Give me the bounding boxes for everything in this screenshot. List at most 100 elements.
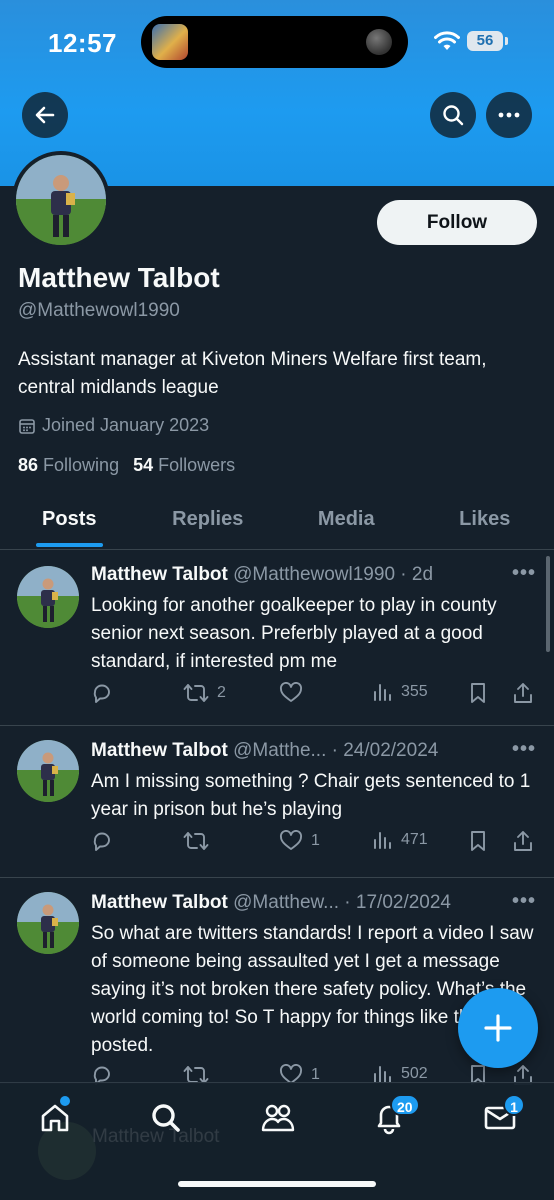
reply-button[interactable] (91, 830, 113, 852)
communities-icon (261, 1104, 295, 1132)
followers-link[interactable]: 54 Followers (133, 455, 235, 476)
post-meta: @Matthew... · 17/02/2024 (233, 892, 452, 913)
profile-bio: Assistant manager at Kiveton Miners Welf… (18, 349, 487, 398)
repost-button[interactable]: 2 (183, 682, 226, 704)
search-icon (152, 1104, 180, 1132)
post[interactable]: Matthew Talbot @Matthe... · 24/02/2024 ••… (0, 726, 554, 878)
share-icon (514, 831, 532, 851)
views-button[interactable]: 355 (373, 682, 428, 702)
views-count: 502 (401, 1065, 428, 1082)
heart-icon (280, 830, 302, 850)
reply-icon (93, 684, 110, 703)
back-button[interactable] (22, 92, 68, 138)
following-label: Following (43, 455, 120, 475)
tab-label: Likes (459, 508, 511, 530)
tab-label: Media (317, 508, 375, 530)
views-button[interactable]: 502 (373, 1064, 428, 1084)
followers-label: Followers (158, 455, 236, 475)
followers-count: 54 (133, 455, 154, 475)
tab-label: Replies (172, 508, 244, 530)
home-unread-dot (60, 1096, 70, 1106)
profile-avatar[interactable] (12, 151, 110, 249)
like-button[interactable] (279, 682, 311, 704)
post-author-name[interactable]: Matthew Talbot (91, 564, 228, 585)
post-actions: 1 471 (91, 830, 541, 860)
profile-display-name: Matthew Talbot (18, 262, 220, 293)
post-meta: @Matthe... · 24/02/2024 (233, 740, 439, 761)
post-actions: 2 355 (91, 682, 541, 712)
more-horizontal-icon (498, 112, 520, 118)
nav-communities[interactable] (258, 1100, 298, 1136)
post-meta: @Matthewowl1990 · 2d (233, 564, 434, 585)
battery-indicator: 56 (467, 31, 503, 51)
views-count: 355 (401, 683, 428, 700)
post-author-name[interactable]: Matthew Talbot (91, 892, 228, 913)
follow-stats: 86 Following 54 Followers (18, 455, 235, 476)
profile-tabs: Posts Replies Media Likes (0, 496, 554, 550)
avatar-photo (17, 740, 79, 802)
joined-date: Joined January 2023 (18, 415, 209, 436)
active-tab-indicator (36, 543, 103, 547)
bookmark-button[interactable] (469, 682, 487, 704)
home-icon (41, 1104, 69, 1132)
bookmark-icon (471, 831, 485, 851)
now-playing-artwork (152, 24, 188, 60)
wifi-icon (434, 31, 460, 50)
messages-badge: 1 (503, 1094, 525, 1116)
heart-icon (280, 682, 302, 702)
follow-button[interactable]: Follow (377, 200, 537, 245)
following-link[interactable]: 86 Following (18, 455, 119, 476)
following-count: 86 (18, 455, 39, 475)
battery-tip (505, 37, 508, 45)
dynamic-island (141, 16, 408, 68)
status-bar: 12:57 56 (0, 0, 554, 84)
reply-button[interactable] (91, 682, 113, 704)
bookmark-button[interactable] (469, 830, 487, 852)
camera-icon (366, 29, 392, 55)
post-avatar[interactable] (17, 892, 79, 954)
more-options-button[interactable] (486, 92, 532, 138)
bookmark-icon (471, 683, 485, 703)
notifications-badge: 20 (390, 1094, 420, 1116)
share-button[interactable] (513, 682, 533, 704)
repost-icon (183, 684, 209, 702)
tab-media[interactable]: Media (277, 496, 416, 549)
post-header: Matthew Talbot @Matthew... · 17/02/2024 (91, 892, 511, 914)
tab-replies[interactable]: Replies (139, 496, 278, 549)
avatar-photo (16, 155, 106, 245)
like-count: 1 (311, 832, 320, 849)
post-author-name[interactable]: Matthew Talbot (91, 740, 228, 761)
nav-search[interactable] (146, 1100, 186, 1136)
views-icon (374, 684, 391, 701)
repost-icon (183, 832, 209, 850)
tab-likes[interactable]: Likes (416, 496, 554, 549)
status-time: 12:57 (48, 28, 117, 58)
plus-icon (484, 1014, 512, 1042)
post-text: Am I missing something ? Chair gets sent… (91, 771, 531, 820)
avatar-photo (17, 892, 79, 954)
search-button[interactable] (430, 92, 476, 138)
post-more-button[interactable]: ••• (512, 738, 536, 761)
post-text: Looking for another goalkeeper to play i… (91, 595, 497, 672)
compose-post-button[interactable] (458, 988, 538, 1068)
post-avatar[interactable] (17, 740, 79, 802)
like-button[interactable]: 1 (279, 830, 320, 852)
views-count: 471 (401, 831, 428, 848)
share-icon (514, 683, 532, 703)
views-icon (374, 1066, 391, 1083)
nav-home[interactable] (35, 1100, 75, 1136)
post-avatar[interactable] (17, 566, 79, 628)
views-button[interactable]: 471 (373, 830, 428, 850)
calendar-icon (19, 418, 35, 434)
post[interactable]: Matthew Talbot @Matthewowl1990 · 2d ••• Lo… (0, 550, 554, 726)
tab-posts[interactable]: Posts (0, 496, 139, 549)
share-button[interactable] (513, 830, 533, 852)
post-header: Matthew Talbot @Matthe... · 24/02/2024 (91, 740, 511, 762)
scrollbar[interactable] (546, 556, 550, 652)
avatar-photo (17, 566, 79, 628)
repost-button[interactable] (183, 830, 217, 852)
post-more-button[interactable]: ••• (512, 890, 536, 913)
home-indicator (178, 1181, 376, 1187)
joined-label: Joined January 2023 (42, 415, 210, 435)
post-more-button[interactable]: ••• (512, 562, 536, 585)
